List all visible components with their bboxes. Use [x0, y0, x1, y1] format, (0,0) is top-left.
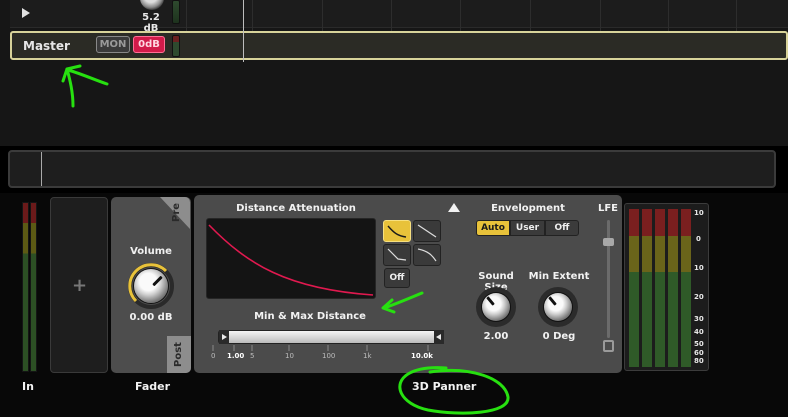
volume-knob[interactable]: [134, 269, 168, 303]
meter-scale-label: 20: [694, 293, 704, 301]
scale-label: 10: [285, 352, 294, 360]
scale-label: 0: [211, 352, 216, 360]
max-handle-arrow-icon: [436, 334, 441, 340]
strip-label-3d-panner: 3D Panner: [412, 380, 477, 393]
output-meter-channel: [629, 209, 639, 367]
master-track-label: Master: [23, 39, 70, 53]
output-meter-channel: [642, 209, 652, 367]
scale-label: 100: [322, 352, 336, 360]
envelopment-title: Envelopment: [491, 203, 565, 214]
lfe-slider-thumb[interactable]: [603, 238, 614, 246]
meter-scale-label: 80: [694, 357, 704, 365]
curve-shape-button-1[interactable]: [383, 220, 411, 242]
post-tab-label: Post: [173, 342, 184, 367]
plus-icon[interactable]: +: [72, 275, 87, 296]
envelopment-user-button[interactable]: User: [510, 220, 545, 236]
curve-shape-button-2[interactable]: [413, 220, 441, 242]
sound-size-knob[interactable]: [482, 293, 510, 321]
output-meter-bank: 10 0 10 20 30 40 50 60 80: [624, 203, 709, 371]
input-meter-right: [30, 202, 37, 372]
attenuation-off-button[interactable]: Off: [384, 268, 410, 288]
play-icon[interactable]: [22, 8, 30, 18]
attenuation-curve-display: [206, 218, 376, 299]
track-row[interactable]: [10, 0, 788, 28]
input-meter-left: [22, 202, 29, 372]
sound-size-value: 2.00: [483, 331, 509, 342]
min-extent-label: Min Extent: [528, 271, 590, 282]
playhead[interactable]: [243, 0, 244, 62]
min-max-distance-slider[interactable]: [218, 330, 444, 344]
min-max-distance-title: Min & Max Distance: [254, 311, 366, 322]
timeline-bar[interactable]: [8, 150, 776, 188]
meter-scale-label: 10: [694, 209, 704, 217]
pre-tab-label: Pre: [171, 202, 182, 222]
strip-label-in: In: [22, 380, 34, 393]
volume-value: 0.00 dB: [129, 312, 173, 323]
master-db-button[interactable]: 0dB: [133, 36, 165, 53]
scale-label: 1k: [363, 352, 372, 360]
track-meter: [172, 0, 180, 24]
meter-scale-label: 30: [694, 315, 704, 323]
envelopment-auto-button[interactable]: Auto: [476, 220, 510, 236]
max-distance-value: 10.0k: [411, 352, 433, 360]
distance-attenuation-title: Distance Attenuation: [236, 203, 356, 214]
min-extent-knob[interactable]: [544, 293, 572, 321]
triangle-up-icon[interactable]: [448, 203, 460, 212]
meter-scale-label: 0: [696, 235, 701, 243]
meter-scale-label: 60: [694, 349, 704, 357]
envelopment-off-button[interactable]: Off: [545, 220, 579, 236]
curve-shape-button-3[interactable]: [383, 244, 411, 266]
meter-scale-label: 50: [694, 340, 704, 348]
min-distance-value: 1.00: [227, 352, 245, 360]
monitor-button[interactable]: MON: [96, 36, 130, 53]
lfe-label: LFE: [597, 203, 619, 214]
timeline-cursor[interactable]: [41, 152, 42, 186]
min-extent-value: 0 Deg: [542, 331, 576, 342]
output-meter-channel: [655, 209, 665, 367]
curve-shape-button-4[interactable]: [413, 244, 441, 266]
min-handle-arrow-icon: [222, 334, 227, 340]
volume-label: Volume: [130, 246, 172, 257]
output-meter-channel: [681, 209, 691, 367]
output-meter-channel: [668, 209, 678, 367]
attenuation-curve: [208, 224, 374, 296]
meter-scale-label: 10: [694, 264, 704, 272]
meter-scale-label: 40: [694, 328, 704, 336]
scale-label: 5: [250, 352, 255, 360]
master-track-row[interactable]: Master MON 0dB: [10, 31, 788, 60]
link-icon[interactable]: [603, 340, 614, 352]
master-meter: [172, 35, 180, 57]
strip-label-fader: Fader: [135, 380, 171, 393]
